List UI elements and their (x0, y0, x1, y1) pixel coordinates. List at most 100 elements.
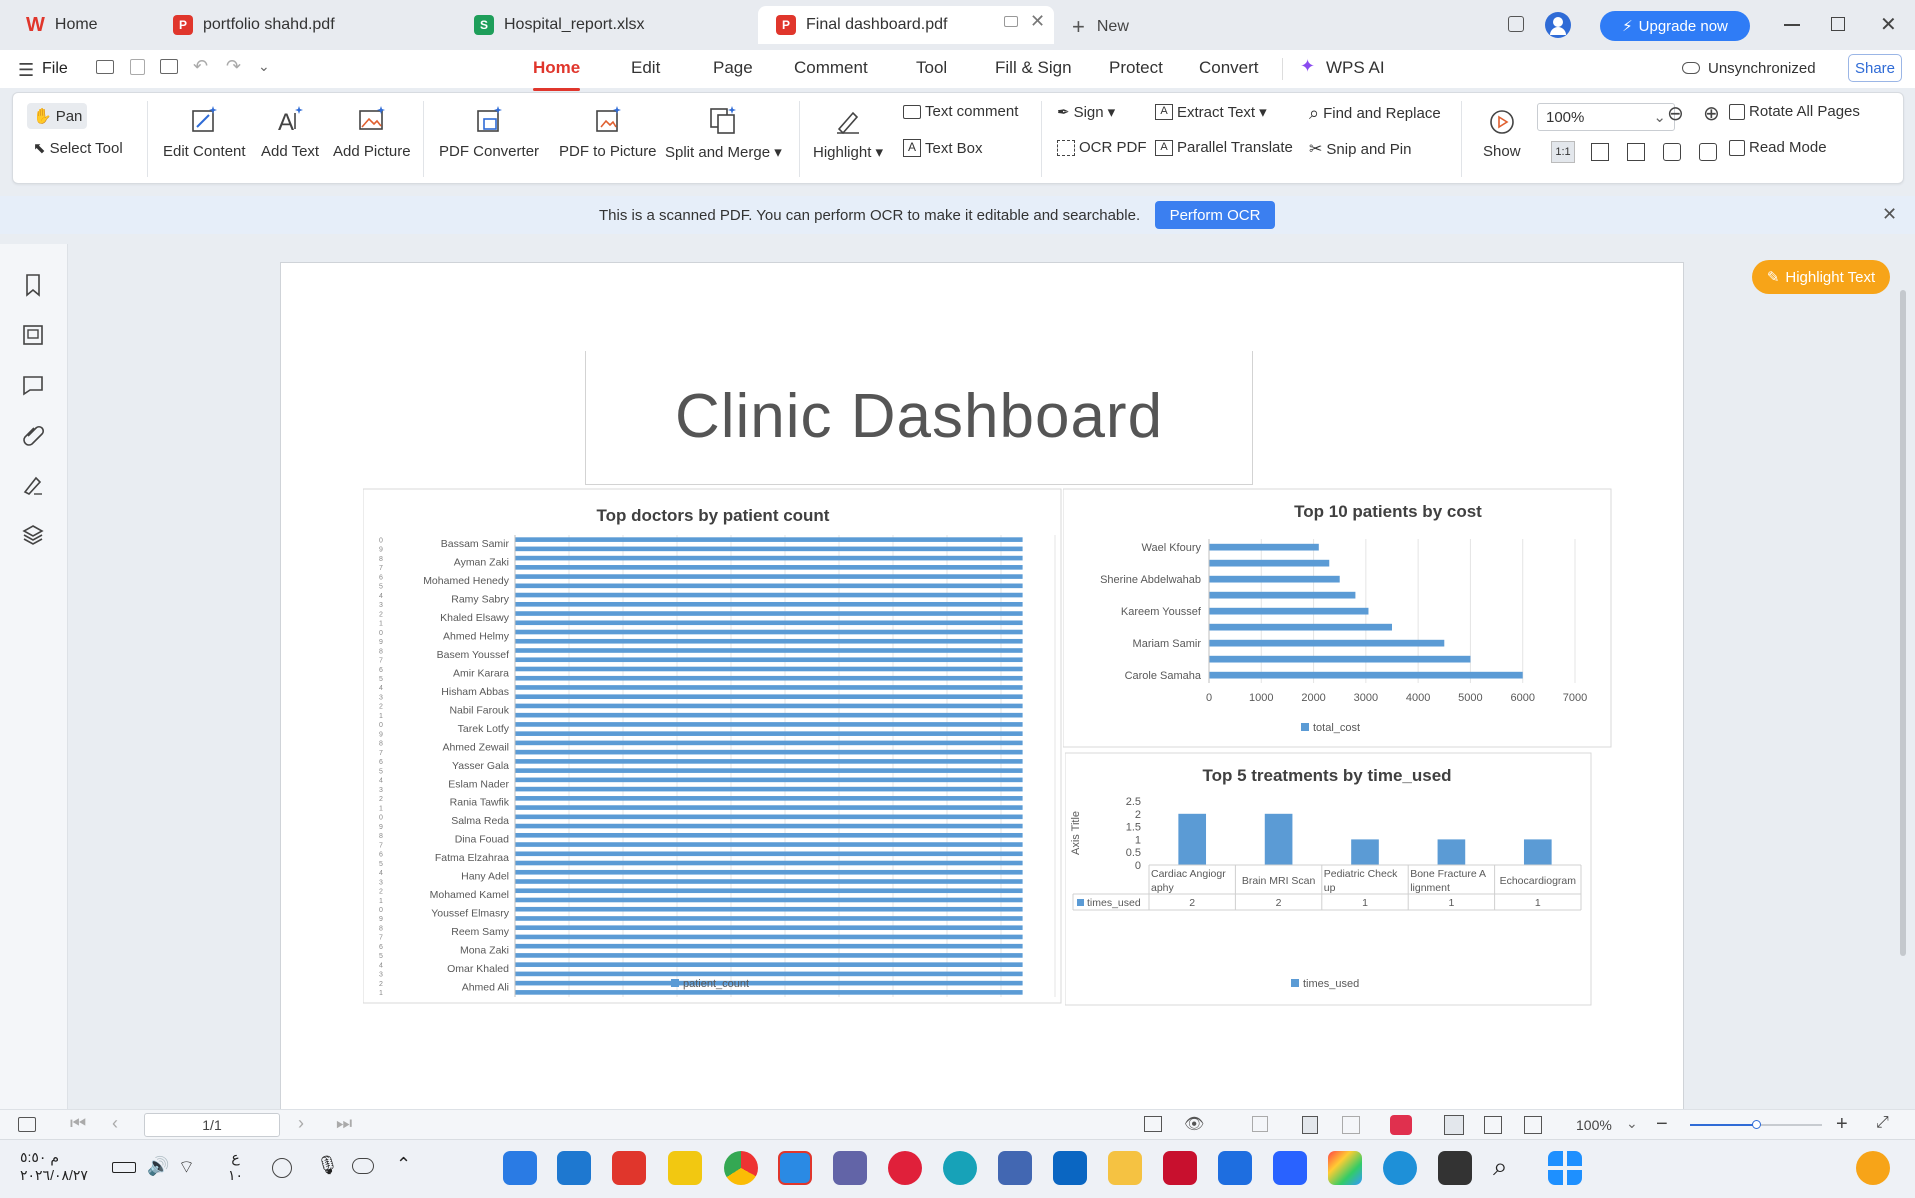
rotate-left-icon[interactable] (1663, 143, 1681, 161)
zoom-out-status-icon[interactable]: − (1656, 1113, 1668, 1136)
fullscreen-icon[interactable]: ⤢ (1876, 1114, 1889, 1132)
sidebar-toggle-icon[interactable] (18, 1117, 36, 1132)
close-banner-icon[interactable]: ✕ (1882, 204, 1897, 225)
open-folder-icon[interactable] (96, 60, 114, 74)
find-replace-button[interactable]: ⌕ Find and Replace (1309, 103, 1441, 124)
signature-icon[interactable] (20, 472, 46, 498)
sync-status[interactable]: Unsynchronized (1708, 60, 1816, 77)
tab-home[interactable]: W Home (8, 6, 148, 44)
tab-edit[interactable]: Edit (631, 58, 660, 78)
redo-icon[interactable]: ↷ (226, 56, 241, 77)
comment-panel-icon[interactable] (20, 372, 46, 398)
tab-home-menu[interactable]: Home (533, 58, 581, 91)
read-mode-button[interactable]: Read Mode (1729, 139, 1827, 156)
close-window-icon[interactable]: ✕ (1880, 12, 1897, 37)
tab-comment[interactable]: Comment (794, 58, 868, 78)
chevron-up-icon[interactable]: ⌃ (396, 1154, 411, 1175)
weather-icon[interactable] (1856, 1151, 1890, 1185)
pdf-converter-button[interactable]: PDF Converter (439, 103, 539, 160)
single-page-icon[interactable] (1302, 1116, 1318, 1134)
rotate-right-icon[interactable] (1699, 143, 1717, 161)
tab-wps-ai[interactable]: WPS AI (1326, 58, 1385, 78)
continuous-icon[interactable] (1444, 1115, 1464, 1135)
start-icon[interactable] (1548, 1151, 1582, 1185)
exit-icon[interactable] (1144, 1116, 1162, 1132)
mcafee-app-icon[interactable] (1163, 1151, 1197, 1185)
fit-width-status-icon[interactable] (1524, 1116, 1542, 1134)
copilot-app-icon[interactable] (1328, 1151, 1362, 1185)
zoom-select[interactable]: 100% ⌄ (1537, 103, 1675, 131)
chevron-down-icon[interactable]: ⌄ (1626, 1115, 1638, 1132)
add-text-button[interactable]: A Add Text (261, 103, 319, 160)
restore-panel-icon[interactable] (1508, 16, 1524, 32)
zoom-in-status-icon[interactable]: + (1836, 1113, 1848, 1136)
first-page-icon[interactable]: ⏮ (70, 1113, 86, 1134)
microphone-icon[interactable]: 🎙 (316, 1155, 339, 1176)
layers-icon[interactable] (20, 522, 46, 548)
file-explorer-icon[interactable] (1108, 1151, 1142, 1185)
undo-icon[interactable]: ↶ (193, 56, 208, 77)
two-page-icon[interactable] (1342, 1116, 1360, 1134)
actual-size-icon[interactable]: 1:1 (1551, 141, 1575, 163)
tab-tool[interactable]: Tool (916, 58, 947, 78)
attachment-icon[interactable] (20, 422, 46, 448)
chrome-app-icon[interactable] (724, 1151, 758, 1185)
clock-date[interactable]: ٢٠٢٦/٠٨/٢٧ (20, 1166, 88, 1184)
zoom-in-icon[interactable]: ⊕ (1703, 101, 1720, 126)
extract-text-button[interactable]: A Extract Text ▾ (1155, 103, 1267, 121)
pdf-to-picture-button[interactable]: PDF to Picture (559, 103, 657, 160)
tab-fill-sign[interactable]: Fill & Sign (995, 58, 1072, 78)
battery-icon[interactable] (112, 1162, 136, 1173)
app-icon-2[interactable] (1218, 1151, 1252, 1185)
active-app-icon[interactable] (778, 1151, 812, 1185)
clock-time[interactable]: م ٥:٥٠ (20, 1148, 88, 1166)
photos-app-icon[interactable] (503, 1151, 537, 1185)
print-icon[interactable] (160, 59, 178, 74)
search-icon[interactable]: ⌕ (1493, 1151, 1527, 1185)
tab-final-dashboard[interactable]: P Final dashboard.pdf ✕ (758, 6, 1054, 44)
tab-convert[interactable]: Convert (1199, 58, 1259, 78)
fit-width-icon[interactable] (1627, 143, 1645, 161)
app-icon[interactable] (998, 1151, 1032, 1185)
wps-app-icon[interactable] (612, 1151, 646, 1185)
vertical-scrollbar[interactable] (1900, 290, 1906, 956)
prev-page-icon[interactable]: ‹ (112, 1113, 118, 1134)
fit-icon[interactable] (1484, 1116, 1502, 1134)
language-indicator[interactable]: ع (228, 1148, 243, 1166)
onedrive-icon[interactable] (352, 1158, 374, 1174)
volume-icon[interactable]: 🔊 (147, 1156, 169, 1177)
powerbi-app-icon[interactable] (668, 1151, 702, 1185)
wifi-icon[interactable]: ⌔ (178, 1156, 195, 1179)
vscode-app-icon[interactable] (557, 1151, 591, 1185)
chevron-down-icon[interactable]: ⌄ (258, 58, 270, 75)
terminal-app-icon[interactable] (1438, 1151, 1472, 1185)
last-page-icon[interactable]: ⏭ (336, 1113, 352, 1134)
share-button[interactable]: Share (1848, 54, 1902, 82)
add-picture-button[interactable]: Add Picture (333, 103, 411, 160)
fit-page-icon[interactable] (1591, 143, 1609, 161)
parallel-translate-button[interactable]: A Parallel Translate (1155, 139, 1293, 156)
next-page-icon[interactable]: › (298, 1113, 304, 1134)
avatar[interactable] (1545, 12, 1571, 38)
tab-hospital-report[interactable]: S Hospital_report.xlsx (456, 6, 752, 44)
window-icon[interactable] (1004, 16, 1018, 27)
new-tab-button[interactable]: + New (1072, 14, 1129, 40)
pinterest-app-icon[interactable] (888, 1151, 922, 1185)
zoom-out-icon[interactable]: ⊖ (1667, 101, 1684, 126)
ocr-pdf-button[interactable]: OCR PDF (1057, 139, 1147, 156)
file-menu[interactable]: File (42, 60, 68, 78)
edge-app-icon[interactable] (1383, 1151, 1417, 1185)
perform-ocr-button[interactable]: Perform OCR (1155, 201, 1275, 229)
bookmark-icon[interactable] (20, 272, 46, 298)
teams-app-icon[interactable] (833, 1151, 867, 1185)
select-tool-button[interactable]: ⬉ Select Tool (33, 139, 123, 158)
save-icon[interactable] (130, 59, 145, 75)
browser-app-icon[interactable] (943, 1151, 977, 1185)
tab-portfolio[interactable]: P portfolio shahd.pdf (155, 6, 450, 44)
hamburger-icon[interactable]: ☰ (18, 60, 34, 81)
copilot-tray-icon[interactable] (272, 1158, 292, 1178)
play-slideshow-icon[interactable] (1390, 1115, 1412, 1135)
minimize-icon[interactable] (1784, 24, 1800, 26)
split-view-icon[interactable] (1252, 1116, 1268, 1132)
status-zoom[interactable]: 100% (1576, 1117, 1612, 1133)
